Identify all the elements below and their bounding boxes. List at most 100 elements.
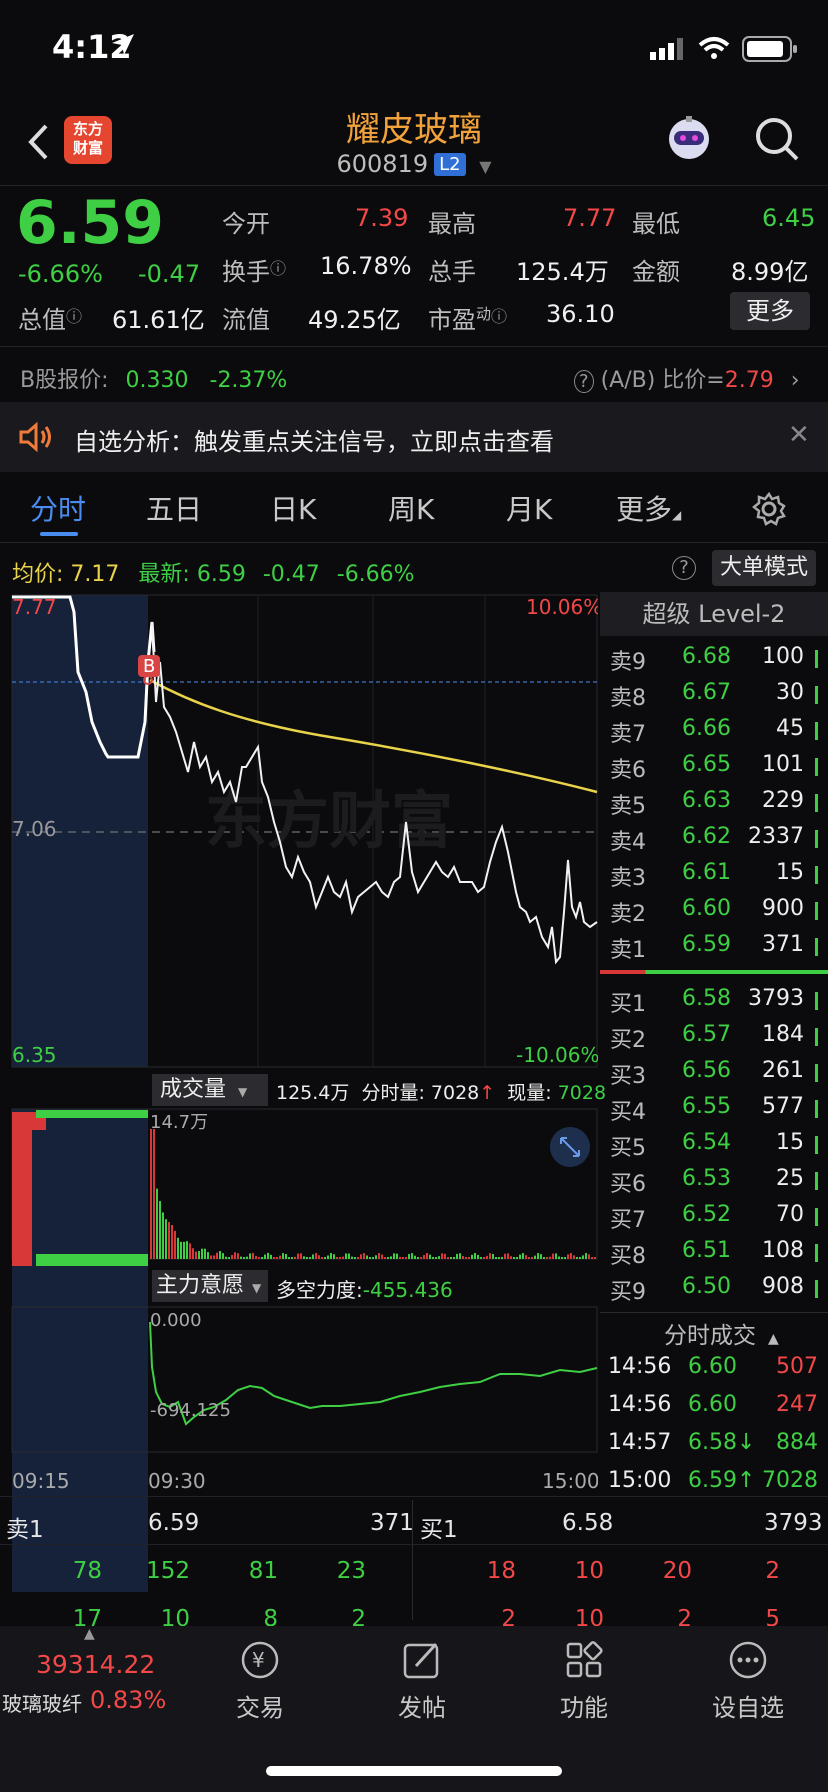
tab-five-day[interactable]: 五日 [146, 488, 202, 528]
level-label: 买3 [610, 1064, 646, 1089]
buy-level-3[interactable]: 买3 6.56 261 [600, 1054, 828, 1090]
level-price: 6.50 [682, 1274, 731, 1299]
trade-volume: 884 [776, 1430, 818, 1455]
tab-daily-k[interactable]: 日K [270, 488, 316, 528]
grid-icon [566, 1641, 603, 1678]
buy-level-4[interactable]: 买4 6.55 577 [600, 1090, 828, 1126]
robot-assistant-icon[interactable] [664, 114, 714, 164]
trade-time: 14:56 [608, 1392, 672, 1417]
index-name[interactable]: 玻璃玻纤 [2, 1688, 82, 1717]
force-indicator-select[interactable]: 主力意愿 ▼ [152, 1270, 268, 1302]
buy-queue-order: 10 [574, 1558, 604, 1584]
level-price: 6.68 [682, 644, 731, 669]
amount-label: 金额 [632, 258, 680, 286]
level-price: 6.61 [682, 860, 731, 885]
force-summary: 多空力度:-455.436 [276, 1278, 453, 1302]
change-percent: -6.66% [18, 260, 103, 288]
float-label: 流值 [222, 306, 270, 334]
index-pct: 0.83% [90, 1686, 167, 1714]
sell-level-4[interactable]: 卖6 6.65 101 [600, 748, 828, 784]
level-volume: 261 [762, 1058, 804, 1083]
level-price: 6.60 [682, 896, 731, 921]
search-icon[interactable] [754, 116, 800, 162]
buy-queue-order: 2 [765, 1558, 780, 1584]
level-price: 6.66 [682, 716, 731, 741]
level-label: 买4 [610, 1100, 646, 1125]
buy-level-5[interactable]: 买5 6.54 15 [600, 1126, 828, 1162]
trade-price: 6.60 [688, 1392, 737, 1417]
signal-icon [650, 38, 683, 60]
chevron-right-icon: › [790, 368, 800, 393]
tab-weekly-k[interactable]: 周K [388, 488, 434, 528]
more-button[interactable]: 更多 [730, 292, 810, 330]
nav-functions[interactable]: 功能 [514, 1638, 654, 1723]
svg-text:-10.06%: -10.06% [516, 1043, 598, 1067]
tab-monthly-k[interactable]: 月K [506, 488, 552, 528]
buy-queue-order: 20 [662, 1558, 692, 1584]
level-price: 6.56 [682, 1058, 731, 1083]
queue-sell-label: 卖1 [6, 1517, 44, 1543]
watermark: 东方财富 [205, 784, 453, 857]
sell-level-1[interactable]: 卖9 6.68 100 [600, 640, 828, 676]
settings-gear-icon[interactable] [752, 492, 786, 526]
order-book-title[interactable]: 超级 Level-2 [600, 592, 828, 636]
level-volume: 908 [762, 1274, 804, 1299]
dropdown-icon: ▼ [479, 157, 492, 176]
svg-text:15:00: 15:00 [542, 1469, 598, 1493]
buy-level-1[interactable]: 买1 6.58 3793 [600, 982, 828, 1018]
buy-level-9[interactable]: 买9 6.50 908 [600, 1270, 828, 1306]
turnover-value: 16.78% [320, 252, 412, 280]
level-price: 6.65 [682, 752, 731, 777]
sell-level-2[interactable]: 卖8 6.67 30 [600, 676, 828, 712]
ab-ratio[interactable]: ? (A/B) 比价=2.79 › [574, 362, 800, 394]
high-label: 最高 [428, 210, 476, 238]
svg-text:7.06: 7.06 [12, 817, 57, 841]
help-icon[interactable]: ? [672, 556, 696, 580]
buy-level-8[interactable]: 买8 6.51 108 [600, 1234, 828, 1270]
level-price: 6.55 [682, 1094, 731, 1119]
volume-indicator-select[interactable]: 成交量 ▼ [152, 1074, 268, 1106]
home-indicator [266, 1766, 562, 1776]
trades-title[interactable]: 分时成交 ▲ [664, 1316, 779, 1350]
trade-price: 6.59↑ [688, 1468, 756, 1493]
sell-level-7[interactable]: 卖3 6.61 15 [600, 856, 828, 892]
nav-add-watchlist[interactable]: 设自选 [678, 1638, 818, 1723]
buy-level-2[interactable]: 买2 6.57 184 [600, 1018, 828, 1054]
info-icon: ⓘ [66, 307, 83, 326]
sell-level-8[interactable]: 卖2 6.60 900 [600, 892, 828, 928]
nav-trade[interactable]: ¥ 交易 [190, 1638, 330, 1723]
level-badge: L2 [434, 153, 466, 176]
big-order-mode-button[interactable]: 大单模式 [712, 550, 816, 586]
sell-level-9[interactable]: 卖1 6.59 371 [600, 928, 828, 964]
svg-text:B: B [143, 656, 155, 677]
level-price: 6.67 [682, 680, 731, 705]
volume-value: 125.4万 [516, 258, 609, 286]
notice-text[interactable]: 自选分析：触发重点关注信号，立即点击查看 [74, 422, 554, 457]
sell-level-6[interactable]: 卖4 6.62 2337 [600, 820, 828, 856]
sell-level-5[interactable]: 卖5 6.63 229 [600, 784, 828, 820]
svg-text:-694.125: -694.125 [150, 1400, 231, 1421]
level-label: 卖8 [610, 686, 646, 711]
svg-text:6.35: 6.35 [12, 1043, 57, 1067]
low-label: 最低 [632, 210, 680, 238]
speaker-icon [19, 421, 51, 453]
sell-queue-order: 152 [146, 1558, 190, 1584]
b-share-row[interactable]: B股报价: 0.330 -2.37% [20, 362, 287, 394]
tab-intraday[interactable]: 分时 [30, 488, 86, 528]
close-icon[interactable]: ✕ [788, 420, 810, 450]
level-price: 6.54 [682, 1130, 731, 1155]
expand-icon[interactable]: ▲ [84, 1626, 95, 1642]
level-label: 卖6 [610, 758, 646, 783]
queue-buy-price: 6.58 [562, 1510, 614, 1536]
level-label: 卖9 [610, 650, 646, 675]
buy-level-6[interactable]: 买6 6.53 25 [600, 1162, 828, 1198]
index-value[interactable]: 39314.22 [36, 1650, 155, 1679]
tab-more[interactable]: 更多◢ [616, 488, 681, 528]
sell-level-3[interactable]: 卖7 6.66 45 [600, 712, 828, 748]
buy-level-7[interactable]: 买7 6.52 70 [600, 1198, 828, 1234]
nav-post[interactable]: 发帖 [352, 1638, 492, 1723]
level-volume: 900 [762, 896, 804, 921]
level-price: 6.59 [682, 932, 731, 957]
queue-buy-label: 买1 [420, 1517, 458, 1543]
chart-info-row: 均价: 7.17 最新: 6.59 -0.47 -6.66% [12, 562, 415, 587]
